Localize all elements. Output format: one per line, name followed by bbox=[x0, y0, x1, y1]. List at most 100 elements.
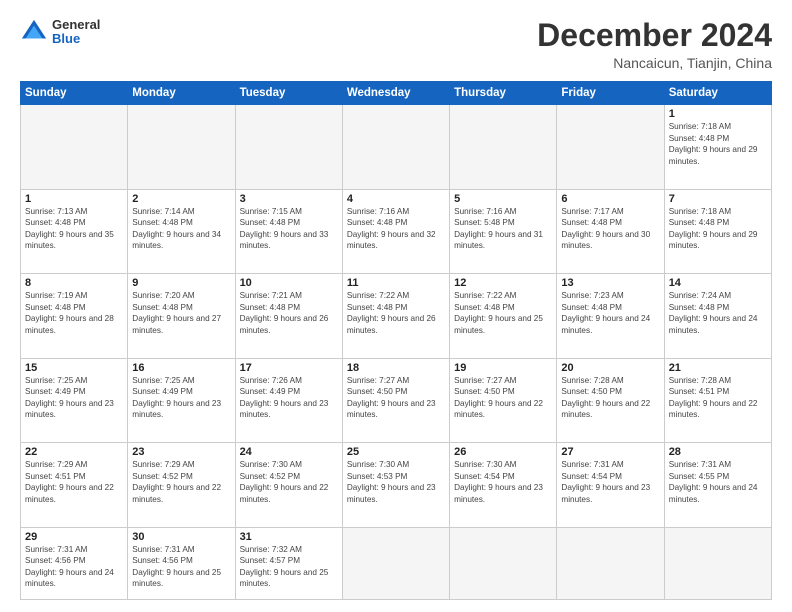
col-thursday: Thursday bbox=[450, 82, 557, 105]
day-number: 23 bbox=[132, 446, 230, 458]
day-cell bbox=[450, 527, 557, 599]
day-info: Sunrise: 7:31 AMSunset: 4:56 PMDaylight:… bbox=[25, 544, 123, 590]
day-info: Sunrise: 7:18 AMSunset: 4:48 PMDaylight:… bbox=[669, 206, 767, 252]
calendar-header: Sunday Monday Tuesday Wednesday Thursday… bbox=[21, 82, 772, 105]
day-cell: 7Sunrise: 7:18 AMSunset: 4:48 PMDaylight… bbox=[664, 189, 771, 274]
day-cell: 5Sunrise: 7:16 AMSunset: 5:48 PMDaylight… bbox=[450, 189, 557, 274]
day-info: Sunrise: 7:17 AMSunset: 4:48 PMDaylight:… bbox=[561, 206, 659, 252]
day-info: Sunrise: 7:19 AMSunset: 4:48 PMDaylight:… bbox=[25, 290, 123, 336]
day-cell: 20Sunrise: 7:28 AMSunset: 4:50 PMDayligh… bbox=[557, 358, 664, 443]
logo-icon bbox=[20, 18, 48, 46]
header-row: Sunday Monday Tuesday Wednesday Thursday… bbox=[21, 82, 772, 105]
col-wednesday: Wednesday bbox=[342, 82, 449, 105]
day-cell: 8Sunrise: 7:19 AMSunset: 4:48 PMDaylight… bbox=[21, 274, 128, 359]
day-cell: 18Sunrise: 7:27 AMSunset: 4:50 PMDayligh… bbox=[342, 358, 449, 443]
day-info: Sunrise: 7:32 AMSunset: 4:57 PMDaylight:… bbox=[240, 544, 338, 590]
logo-text: General Blue bbox=[52, 18, 100, 47]
day-cell bbox=[342, 105, 449, 190]
week-row-4: 22Sunrise: 7:29 AMSunset: 4:51 PMDayligh… bbox=[21, 443, 772, 528]
day-cell: 1Sunrise: 7:13 AMSunset: 4:48 PMDaylight… bbox=[21, 189, 128, 274]
logo: General Blue bbox=[20, 18, 100, 47]
day-info: Sunrise: 7:18 AMSunset: 4:48 PMDaylight:… bbox=[669, 121, 767, 167]
day-cell: 9Sunrise: 7:20 AMSunset: 4:48 PMDaylight… bbox=[128, 274, 235, 359]
week-row-1: 1Sunrise: 7:13 AMSunset: 4:48 PMDaylight… bbox=[21, 189, 772, 274]
day-number: 18 bbox=[347, 362, 445, 374]
day-info: Sunrise: 7:24 AMSunset: 4:48 PMDaylight:… bbox=[669, 290, 767, 336]
day-info: Sunrise: 7:27 AMSunset: 4:50 PMDaylight:… bbox=[347, 375, 445, 421]
day-info: Sunrise: 7:25 AMSunset: 4:49 PMDaylight:… bbox=[25, 375, 123, 421]
day-cell: 27Sunrise: 7:31 AMSunset: 4:54 PMDayligh… bbox=[557, 443, 664, 528]
day-info: Sunrise: 7:30 AMSunset: 4:54 PMDaylight:… bbox=[454, 459, 552, 505]
day-cell: 14Sunrise: 7:24 AMSunset: 4:48 PMDayligh… bbox=[664, 274, 771, 359]
day-info: Sunrise: 7:30 AMSunset: 4:52 PMDaylight:… bbox=[240, 459, 338, 505]
day-cell: 6Sunrise: 7:17 AMSunset: 4:48 PMDaylight… bbox=[557, 189, 664, 274]
header: General Blue December 2024 Nancaicun, Ti… bbox=[20, 18, 772, 71]
subtitle: Nancaicun, Tianjin, China bbox=[537, 55, 772, 71]
col-sunday: Sunday bbox=[21, 82, 128, 105]
day-number: 24 bbox=[240, 446, 338, 458]
day-number: 4 bbox=[347, 193, 445, 205]
col-monday: Monday bbox=[128, 82, 235, 105]
week-row-2: 8Sunrise: 7:19 AMSunset: 4:48 PMDaylight… bbox=[21, 274, 772, 359]
calendar-table: Sunday Monday Tuesday Wednesday Thursday… bbox=[20, 81, 772, 600]
day-number: 6 bbox=[561, 193, 659, 205]
day-cell: 12Sunrise: 7:22 AMSunset: 4:48 PMDayligh… bbox=[450, 274, 557, 359]
day-cell: 30Sunrise: 7:31 AMSunset: 4:56 PMDayligh… bbox=[128, 527, 235, 599]
day-info: Sunrise: 7:29 AMSunset: 4:52 PMDaylight:… bbox=[132, 459, 230, 505]
day-info: Sunrise: 7:14 AMSunset: 4:48 PMDaylight:… bbox=[132, 206, 230, 252]
week-row-3: 15Sunrise: 7:25 AMSunset: 4:49 PMDayligh… bbox=[21, 358, 772, 443]
title-block: December 2024 Nancaicun, Tianjin, China bbox=[537, 18, 772, 71]
day-info: Sunrise: 7:28 AMSunset: 4:51 PMDaylight:… bbox=[669, 375, 767, 421]
day-info: Sunrise: 7:20 AMSunset: 4:48 PMDaylight:… bbox=[132, 290, 230, 336]
col-saturday: Saturday bbox=[664, 82, 771, 105]
day-info: Sunrise: 7:29 AMSunset: 4:51 PMDaylight:… bbox=[25, 459, 123, 505]
day-number: 31 bbox=[240, 531, 338, 543]
day-cell bbox=[450, 105, 557, 190]
logo-blue-text: Blue bbox=[52, 32, 100, 46]
day-cell: 16Sunrise: 7:25 AMSunset: 4:49 PMDayligh… bbox=[128, 358, 235, 443]
day-cell: 22Sunrise: 7:29 AMSunset: 4:51 PMDayligh… bbox=[21, 443, 128, 528]
day-cell: 1Sunrise: 7:18 AMSunset: 4:48 PMDaylight… bbox=[664, 105, 771, 190]
day-cell: 24Sunrise: 7:30 AMSunset: 4:52 PMDayligh… bbox=[235, 443, 342, 528]
day-number: 15 bbox=[25, 362, 123, 374]
day-info: Sunrise: 7:16 AMSunset: 5:48 PMDaylight:… bbox=[454, 206, 552, 252]
day-info: Sunrise: 7:25 AMSunset: 4:49 PMDaylight:… bbox=[132, 375, 230, 421]
col-tuesday: Tuesday bbox=[235, 82, 342, 105]
day-cell bbox=[664, 527, 771, 599]
day-cell: 21Sunrise: 7:28 AMSunset: 4:51 PMDayligh… bbox=[664, 358, 771, 443]
day-number: 25 bbox=[347, 446, 445, 458]
day-number: 1 bbox=[25, 193, 123, 205]
day-info: Sunrise: 7:27 AMSunset: 4:50 PMDaylight:… bbox=[454, 375, 552, 421]
day-info: Sunrise: 7:21 AMSunset: 4:48 PMDaylight:… bbox=[240, 290, 338, 336]
week-row-0: 1Sunrise: 7:18 AMSunset: 4:48 PMDaylight… bbox=[21, 105, 772, 190]
day-number: 20 bbox=[561, 362, 659, 374]
day-cell bbox=[557, 527, 664, 599]
page: General Blue December 2024 Nancaicun, Ti… bbox=[0, 0, 792, 612]
day-info: Sunrise: 7:22 AMSunset: 4:48 PMDaylight:… bbox=[454, 290, 552, 336]
day-number: 19 bbox=[454, 362, 552, 374]
day-cell: 25Sunrise: 7:30 AMSunset: 4:53 PMDayligh… bbox=[342, 443, 449, 528]
day-number: 11 bbox=[347, 277, 445, 289]
day-cell: 11Sunrise: 7:22 AMSunset: 4:48 PMDayligh… bbox=[342, 274, 449, 359]
day-number: 12 bbox=[454, 277, 552, 289]
day-info: Sunrise: 7:28 AMSunset: 4:50 PMDaylight:… bbox=[561, 375, 659, 421]
day-info: Sunrise: 7:30 AMSunset: 4:53 PMDaylight:… bbox=[347, 459, 445, 505]
day-number: 22 bbox=[25, 446, 123, 458]
day-cell bbox=[21, 105, 128, 190]
day-cell: 31Sunrise: 7:32 AMSunset: 4:57 PMDayligh… bbox=[235, 527, 342, 599]
day-number: 26 bbox=[454, 446, 552, 458]
day-cell: 2Sunrise: 7:14 AMSunset: 4:48 PMDaylight… bbox=[128, 189, 235, 274]
day-cell: 13Sunrise: 7:23 AMSunset: 4:48 PMDayligh… bbox=[557, 274, 664, 359]
day-number: 7 bbox=[669, 193, 767, 205]
day-info: Sunrise: 7:23 AMSunset: 4:48 PMDaylight:… bbox=[561, 290, 659, 336]
day-info: Sunrise: 7:22 AMSunset: 4:48 PMDaylight:… bbox=[347, 290, 445, 336]
day-number: 21 bbox=[669, 362, 767, 374]
day-cell: 29Sunrise: 7:31 AMSunset: 4:56 PMDayligh… bbox=[21, 527, 128, 599]
logo-general-text: General bbox=[52, 18, 100, 32]
day-number: 3 bbox=[240, 193, 338, 205]
day-cell: 15Sunrise: 7:25 AMSunset: 4:49 PMDayligh… bbox=[21, 358, 128, 443]
main-title: December 2024 bbox=[537, 18, 772, 53]
day-cell: 3Sunrise: 7:15 AMSunset: 4:48 PMDaylight… bbox=[235, 189, 342, 274]
day-cell: 10Sunrise: 7:21 AMSunset: 4:48 PMDayligh… bbox=[235, 274, 342, 359]
day-number: 2 bbox=[132, 193, 230, 205]
